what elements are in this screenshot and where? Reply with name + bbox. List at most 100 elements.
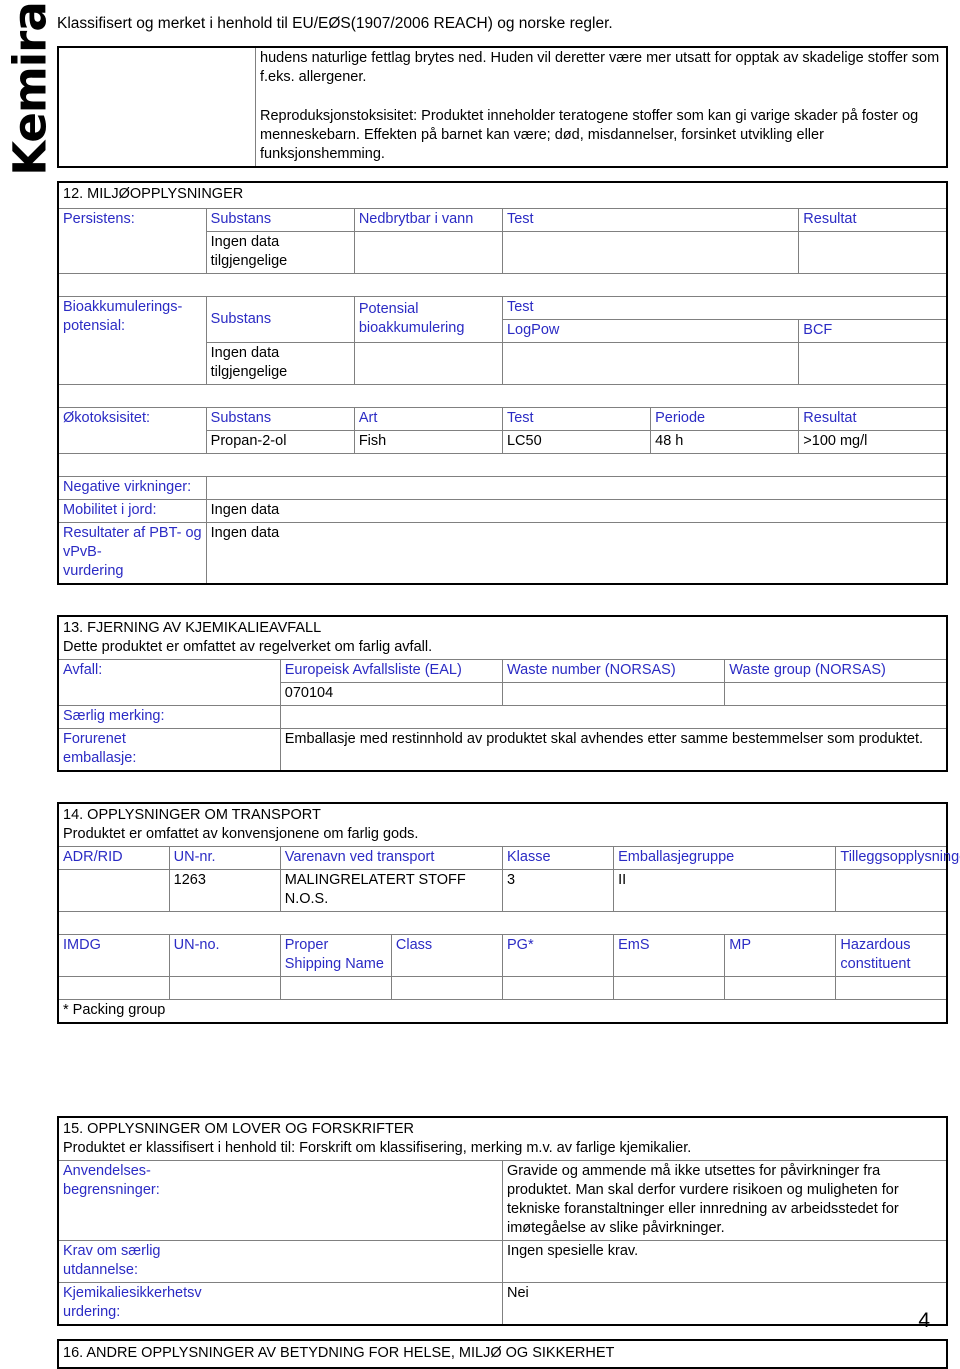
okotoksisitet-col-periode: Periode	[650, 407, 800, 431]
persistens-cell-test	[501, 231, 800, 274]
adr-cell-unnr: 1263	[168, 869, 281, 912]
bioakkumulering-cell-potensial	[353, 342, 503, 385]
forurenet-emballasje-label-line1: Forurenet	[63, 731, 126, 747]
adr-col-unnr: UN-nr.	[168, 846, 281, 870]
imdg-col-imdg: IMDG	[58, 934, 170, 977]
bioakkumulering-col-test: Test	[501, 296, 948, 320]
section-16-heading-row: 16. ANDRE OPPLYSNINGER AV BETYDNING FOR …	[58, 1340, 947, 1368]
section-14-subheading: Produktet er omfattet av konvensjonene o…	[63, 826, 419, 842]
continued-paragraph-1: hudens naturlige fettlag brytes ned. Hud…	[260, 50, 940, 85]
spacer-cell	[58, 912, 947, 935]
avfall-col-eal: Europeisk Avfallsliste (EAL)	[279, 659, 504, 683]
section-12-spacer-row-1	[58, 274, 947, 297]
mobilitet-row: Mobilitet i jord: Ingen data	[58, 499, 947, 523]
ksv-label: Kjemikaliesikkerhetsv urdering:	[58, 1282, 503, 1326]
avfall-label: Avfall:	[58, 659, 281, 706]
continued-paragraph-2: Reproduksjonstoksisitet: Produktet inneh…	[260, 108, 919, 162]
section-14-table: 14. OPPLYSNINGER OM TRANSPORT Produktet …	[57, 802, 960, 1024]
krav-label-line2: utdannelse:	[63, 1262, 138, 1278]
avfall-col-waste-number: Waste number (NORSAS)	[501, 659, 726, 683]
continued-text-cell: hudens naturlige fettlag brytes ned. Hud…	[255, 46, 948, 168]
imdg-col-hazardous: Hazardous constituent	[835, 934, 947, 977]
persistens-cell-resultat	[798, 231, 948, 274]
spacer-cell	[58, 385, 947, 408]
imdg-header-row: IMDG UN-no. Proper Shipping Name Class P…	[58, 934, 947, 977]
page-number: 4	[918, 1309, 930, 1332]
negative-virkninger-value	[205, 476, 947, 500]
persistens-col-resultat: Resultat	[798, 208, 948, 232]
negative-virkninger-row: Negative virkninger:	[58, 476, 947, 500]
section-14-heading: 14. OPPLYSNINGER OM TRANSPORT	[63, 807, 321, 823]
bioakkumulering-col-substans: Substans	[205, 296, 355, 343]
section-12-spacer-row-2	[58, 385, 947, 408]
kemira-logo: Kemira	[0, 0, 60, 180]
persistens-cell-nedbrytbar	[353, 231, 503, 274]
okotoksisitet-col-test: Test	[501, 407, 652, 431]
section-15-heading-row: 15. OPPLYSNINGER OM LOVER OG FORSKRIFTER	[58, 1117, 947, 1139]
adr-col-adrrid: ADR/RID	[58, 846, 170, 870]
krav-label: Krav om særlig utdannelse:	[58, 1240, 503, 1283]
imdg-col-mp: MP	[724, 934, 837, 977]
avfall-header-row: Avfall: Europeisk Avfallsliste (EAL) Was…	[58, 659, 947, 706]
pbt-label: Resultater af PBT- og vPvB- vurdering	[58, 522, 207, 585]
section-12-heading: 12. MILJØOPPLYSNINGER	[63, 186, 244, 202]
bioakkumulering-label-line2: potensial:	[63, 318, 126, 334]
imdg-cell-unno	[168, 976, 281, 1000]
section-13-heading: 13. FJERNING AV KJEMIKALIEAVFALL	[63, 620, 322, 636]
okotoksisitet-col-art: Art	[353, 407, 503, 431]
anvendelse-label-line2: begrensninger:	[63, 1182, 160, 1198]
bioakkumulering-col-potensial: Potensial bioakkumulering	[353, 296, 503, 343]
bioakkumulering-col-potensial-line1: Potensial	[358, 301, 419, 317]
section-14-subheading-row: Produktet er omfattet av konvensjonene o…	[58, 825, 947, 847]
avfall-col-waste-group: Waste group (NORSAS)	[724, 659, 947, 683]
section-15-subheading: Produktet er klassifisert i henhold til:…	[63, 1140, 692, 1156]
forurenet-emballasje-value: Emballasje med restinnhold av produktet …	[279, 728, 947, 772]
persistens-col-substans: Substans	[205, 208, 355, 232]
bioakkumulering-col-potensial-line2: bioakkumulering	[358, 320, 465, 336]
section-16-table: 16. ANDRE OPPLYSNINGER AV BETYDNING FOR …	[57, 1339, 948, 1369]
imdg-col-class: Class	[390, 934, 504, 977]
adr-col-varenavn: Varenavn ved transport	[279, 846, 504, 870]
okotoksisitet-col-resultat: Resultat	[798, 407, 948, 431]
ksv-label-line1: Kjemikaliesikkerhetsv	[63, 1285, 202, 1301]
bioakkumulering-cell-logpow	[501, 342, 800, 385]
adr-cell-adrrid	[57, 869, 170, 912]
adr-cell-varenavn: MALINGRELATERT STOFF N.O.S.	[279, 869, 504, 912]
persistens-col-nedbrytbar: Nedbrytbar i vann	[353, 208, 503, 232]
anvendelse-value: Gravide og ammende må ikke utsettes for …	[502, 1160, 947, 1241]
adr-cell-tillegg	[835, 869, 947, 912]
anvendelse-row: Anvendelses- begrensninger: Gravide og a…	[58, 1160, 947, 1241]
adr-col-tillegg: Tilleggsopplysninger	[835, 846, 960, 870]
forurenet-emballasje-label-line2: emballasje:	[63, 750, 137, 766]
krav-row: Krav om særlig utdannelse: Ingen spesiel…	[58, 1240, 947, 1283]
krav-value: Ingen spesielle krav.	[502, 1240, 947, 1283]
section-12-spacer-row-3	[58, 454, 947, 477]
forurenet-emballasje-row: Forurenet emballasje: Emballasje med res…	[58, 728, 947, 772]
spacer-cell	[58, 274, 947, 297]
pbt-row: Resultater af PBT- og vPvB- vurdering In…	[58, 522, 947, 585]
adr-header-row: ADR/RID UN-nr. Varenavn ved transport Kl…	[58, 846, 960, 870]
krav-label-line1: Krav om særlig	[63, 1243, 161, 1259]
imdg-col-psn: Proper Shipping Name	[279, 934, 392, 977]
section-16-heading: 16. ANDRE OPPLYSNINGER AV BETYDNING FOR …	[63, 1345, 615, 1361]
negative-virkninger-label: Negative virkninger:	[58, 476, 207, 500]
section-12-heading-row: 12. MILJØOPPLYSNINGER	[58, 182, 947, 209]
imdg-col-unno: UN-no.	[168, 934, 281, 977]
bioakkumulering-col-logpow: LogPow	[501, 319, 800, 343]
imdg-cell-pg	[501, 976, 615, 1000]
ksv-value: Nei	[502, 1282, 947, 1326]
kemira-logo-text: Kemira	[3, 2, 57, 176]
pbt-label-line2: vurdering	[63, 563, 124, 579]
table-row: hudens naturlige fettlag brytes ned. Hud…	[57, 46, 948, 168]
mobilitet-value: Ingen data	[205, 499, 947, 523]
adr-data-row: 1263 MALINGRELATERT STOFF N.O.S. 3 II	[57, 869, 947, 912]
continued-empty-cell	[57, 46, 256, 168]
imdg-cell-ems	[613, 976, 726, 1000]
persistens-header-row: Persistens: Substans Nedbrytbar i vann T…	[58, 208, 948, 274]
adr-col-emballasjegruppe: Emballasjegruppe	[613, 846, 837, 870]
adr-cell-emballasjegruppe: II	[613, 869, 837, 912]
